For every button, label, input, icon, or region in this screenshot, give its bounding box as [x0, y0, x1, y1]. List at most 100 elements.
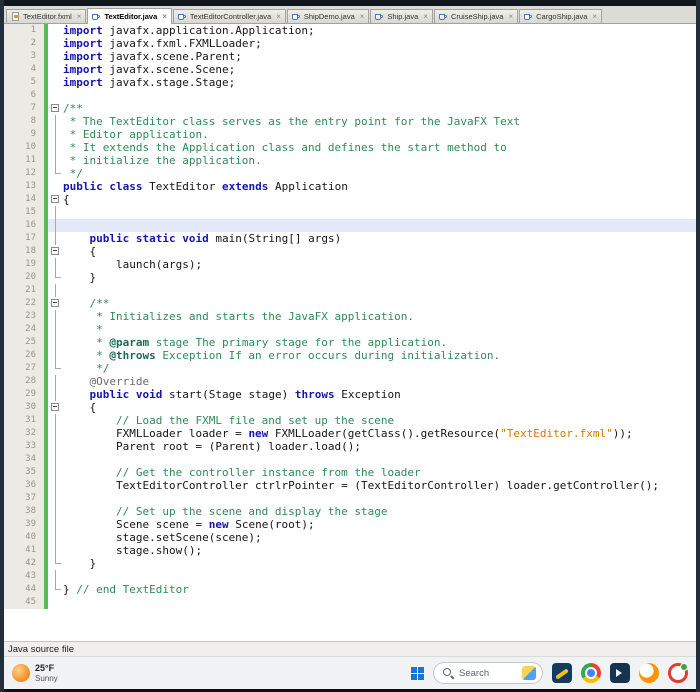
fold-margin[interactable]	[48, 63, 63, 76]
editor-tab[interactable]: CruiseShip.java ×	[433, 9, 519, 23]
line-number[interactable]: 22	[4, 297, 44, 310]
code-line[interactable]: 22 /**	[4, 297, 696, 310]
fold-margin[interactable]	[48, 518, 63, 531]
fold-margin[interactable]	[48, 206, 63, 219]
line-number[interactable]: 15	[4, 206, 44, 219]
line-number[interactable]: 38	[4, 505, 44, 518]
line-number[interactable]: 39	[4, 518, 44, 531]
fold-margin[interactable]	[48, 310, 63, 323]
code-line[interactable]: 42 }	[4, 557, 696, 570]
line-number[interactable]: 6	[4, 89, 44, 102]
code-line[interactable]: 44 } // end TextEditor	[4, 583, 696, 596]
code-line[interactable]: 36 TextEditorController ctrlrPointer = (…	[4, 479, 696, 492]
fold-margin[interactable]	[48, 557, 63, 570]
fold-margin[interactable]	[48, 323, 63, 336]
fold-margin[interactable]	[48, 193, 63, 206]
editor-tab[interactable]: ShipDemo.java ×	[286, 9, 370, 23]
code-line[interactable]: 41 stage.show();	[4, 544, 696, 557]
line-number[interactable]: 2	[4, 37, 44, 50]
line-number[interactable]: 42	[4, 557, 44, 570]
line-number[interactable]: 10	[4, 141, 44, 154]
fold-margin[interactable]	[48, 271, 63, 284]
code-line[interactable]: 8 * The TextEditor class serves as the e…	[4, 115, 696, 128]
fold-margin[interactable]	[48, 102, 63, 115]
code-line[interactable]: 4 import javafx.scene.Scene;	[4, 63, 696, 76]
fold-margin[interactable]	[48, 492, 63, 505]
code-line[interactable]: 43	[4, 570, 696, 583]
fold-margin[interactable]	[48, 362, 63, 375]
line-number[interactable]: 29	[4, 388, 44, 401]
taskbar-search[interactable]: Search	[433, 662, 543, 684]
fold-margin[interactable]	[48, 232, 63, 245]
code-line[interactable]: 21	[4, 284, 696, 297]
fold-margin[interactable]	[48, 37, 63, 50]
line-number[interactable]: 44	[4, 583, 44, 596]
code-line[interactable]: 2 import javafx.fxml.FXMLLoader;	[4, 37, 696, 50]
code-editor[interactable]: 1 import javafx.application.Application;…	[4, 24, 696, 641]
line-number[interactable]: 24	[4, 323, 44, 336]
line-number[interactable]: 8	[4, 115, 44, 128]
editor-tab[interactable]: Ship.java ×	[370, 9, 433, 23]
code-line[interactable]: 1 import javafx.application.Application;	[4, 24, 696, 37]
code-line[interactable]: 32 FXMLLoader loader = new FXMLLoader(ge…	[4, 427, 696, 440]
code-line[interactable]: 3 import javafx.scene.Parent;	[4, 50, 696, 63]
fold-margin[interactable]	[48, 258, 63, 271]
code-line[interactable]: 34	[4, 453, 696, 466]
fold-margin[interactable]	[48, 76, 63, 89]
fold-margin[interactable]	[48, 154, 63, 167]
fold-margin[interactable]	[48, 24, 63, 37]
line-number[interactable]: 5	[4, 76, 44, 89]
code-line[interactable]: 6	[4, 89, 696, 102]
code-line[interactable]: 33 Parent root = (Parent) loader.load();	[4, 440, 696, 453]
line-number[interactable]: 31	[4, 414, 44, 427]
code-line[interactable]: 26 * @throws Exception If an error occur…	[4, 349, 696, 362]
editor-tab[interactable]: TextEditor.fxml ×	[6, 9, 87, 23]
code-line[interactable]: 13 public class TextEditor extends Appli…	[4, 180, 696, 193]
line-number[interactable]: 7	[4, 102, 44, 115]
tab-close-icon[interactable]: ×	[508, 12, 513, 21]
fold-margin[interactable]	[48, 141, 63, 154]
line-number[interactable]: 11	[4, 154, 44, 167]
fold-margin[interactable]	[48, 414, 63, 427]
chrome-icon[interactable]	[581, 663, 601, 683]
windows-start-button[interactable]	[411, 666, 424, 680]
line-number[interactable]: 3	[4, 50, 44, 63]
fold-margin[interactable]	[48, 89, 63, 102]
code-line[interactable]: 39 Scene scene = new Scene(root);	[4, 518, 696, 531]
fold-margin[interactable]	[48, 284, 63, 297]
line-number[interactable]: 41	[4, 544, 44, 557]
code-line[interactable]: 23 * Initializes and starts the JavaFX a…	[4, 310, 696, 323]
tab-close-icon[interactable]: ×	[592, 12, 597, 21]
line-number[interactable]: 33	[4, 440, 44, 453]
fold-margin[interactable]	[48, 544, 63, 557]
code-line[interactable]: 19 launch(args);	[4, 258, 696, 271]
code-line[interactable]: 5 import javafx.stage.Stage;	[4, 76, 696, 89]
line-number[interactable]: 9	[4, 128, 44, 141]
fold-margin[interactable]	[48, 180, 63, 193]
tab-close-icon[interactable]: ×	[162, 12, 167, 21]
line-number[interactable]: 14	[4, 193, 44, 206]
line-number[interactable]: 32	[4, 427, 44, 440]
fold-margin[interactable]	[48, 453, 63, 466]
line-number[interactable]: 18	[4, 245, 44, 258]
tab-close-icon[interactable]: ×	[276, 12, 281, 21]
fold-margin[interactable]	[48, 570, 63, 583]
editor-tab[interactable]: CargoShip.java ×	[519, 9, 603, 23]
code-line[interactable]: 37	[4, 492, 696, 505]
code-line[interactable]: 17 public static void main(String[] args…	[4, 232, 696, 245]
fold-margin[interactable]	[48, 583, 63, 596]
terminal-icon[interactable]	[610, 663, 630, 683]
line-number[interactable]: 45	[4, 596, 44, 609]
fold-margin[interactable]	[48, 349, 63, 362]
fold-margin[interactable]	[48, 596, 63, 609]
code-line[interactable]: 20 }	[4, 271, 696, 284]
line-number[interactable]: 28	[4, 375, 44, 388]
line-number[interactable]: 25	[4, 336, 44, 349]
fold-margin[interactable]	[48, 297, 63, 310]
line-number[interactable]: 19	[4, 258, 44, 271]
fold-margin[interactable]	[48, 505, 63, 518]
line-number[interactable]: 26	[4, 349, 44, 362]
fold-margin[interactable]	[48, 128, 63, 141]
code-line[interactable]: 31 // Load the FXML file and set up the …	[4, 414, 696, 427]
line-number[interactable]: 30	[4, 401, 44, 414]
